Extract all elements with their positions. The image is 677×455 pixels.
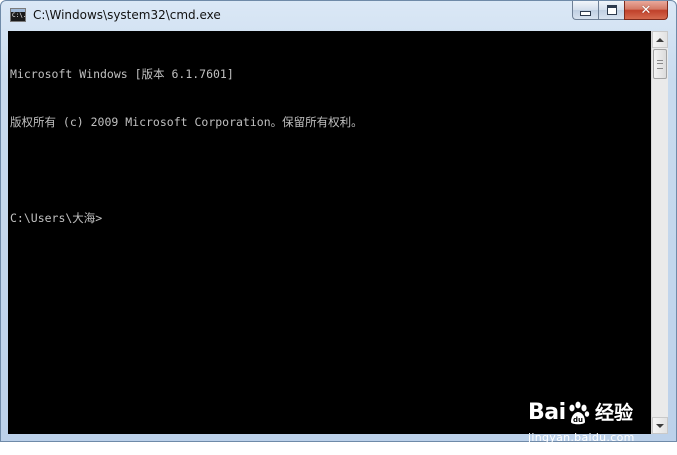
watermark-url: jingyan.baidu.com: [528, 431, 635, 444]
scroll-down-button[interactable]: [652, 417, 668, 434]
minimize-icon: [580, 10, 591, 16]
baidu-paw-icon: du: [569, 401, 590, 425]
scroll-thumb[interactable]: [653, 49, 667, 79]
cmd-icon-text: C:\.: [12, 12, 27, 19]
scroll-down-arrow-icon: [656, 423, 664, 428]
watermark-brand-bai: Bai: [528, 400, 566, 425]
console-text: Microsoft Windows [版本 6.1.7601] 版权所有 (c)…: [10, 34, 363, 258]
cmd-window: C:\. C:\Windows\system32\cmd.exe ✕ Micro…: [0, 0, 677, 444]
vertical-scrollbar[interactable]: [651, 31, 668, 434]
minimize-button[interactable]: [572, 1, 598, 20]
maximize-button[interactable]: [598, 1, 624, 20]
console-output[interactable]: Microsoft Windows [版本 6.1.7601] 版权所有 (c)…: [8, 31, 651, 444]
window-title: C:\Windows\system32\cmd.exe: [33, 8, 221, 22]
baidu-jingyan-watermark: Bai du 经验 jingyan.baidu.com: [525, 395, 649, 455]
title-bar[interactable]: C:\. C:\Windows\system32\cmd.exe ✕: [1, 1, 676, 31]
scroll-up-button[interactable]: [652, 31, 668, 48]
maximize-icon: [606, 5, 617, 15]
scroll-up-arrow-icon: [656, 37, 664, 42]
console-line-version: Microsoft Windows [版本 6.1.7601]: [10, 67, 234, 81]
watermark-brand-jingyan: 经验: [595, 402, 634, 424]
scroll-thumb-grip-icon: [657, 60, 663, 69]
window-controls: ✕: [572, 1, 668, 20]
console-line-copyright: 版权所有 (c) 2009 Microsoft Corporation。保留所有…: [10, 115, 363, 129]
cmd-icon[interactable]: C:\.: [10, 8, 26, 22]
svg-text:du: du: [573, 416, 583, 424]
console-prompt[interactable]: C:\Users\大海>: [10, 210, 363, 226]
close-button[interactable]: ✕: [624, 1, 668, 20]
close-icon: ✕: [640, 2, 652, 18]
